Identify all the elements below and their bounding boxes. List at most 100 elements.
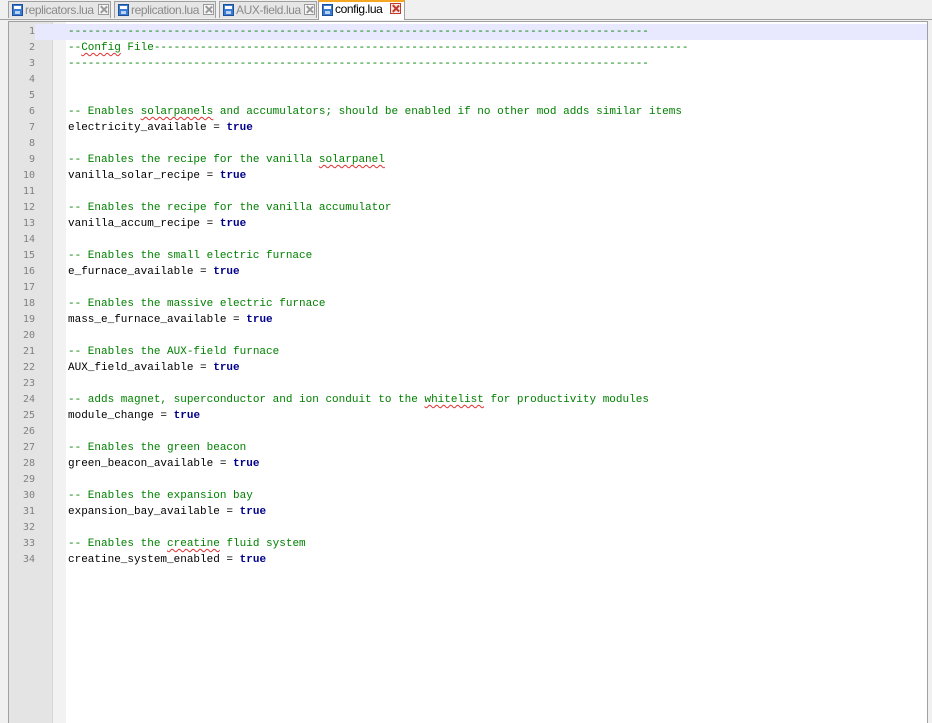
comment: ----------------------------------------…	[68, 58, 649, 70]
line-number: 16	[22, 266, 35, 277]
line-number: 24	[22, 394, 35, 405]
code-line[interactable]: 3 ---------------------------------------…	[9, 56, 927, 72]
code-line[interactable]: 1 ---------------------------------------…	[9, 24, 927, 40]
line-number: 11	[22, 186, 35, 197]
code-text: green_beacon_available = true	[68, 456, 259, 472]
code-line[interactable]: 17	[9, 280, 927, 296]
code-text: -- Enables the green beacon	[68, 440, 246, 456]
comment-text: -- adds magnet, superconductor and ion c…	[68, 394, 425, 406]
code-line[interactable]: 32	[9, 520, 927, 536]
line-number: 2	[28, 42, 35, 53]
code-line[interactable]: 22 AUX_field_available = true	[9, 360, 927, 376]
misspelled-word: whitelist	[424, 394, 484, 406]
code-text: expansion_bay_available = true	[68, 504, 266, 520]
line-number: 18	[22, 298, 35, 309]
code-line[interactable]: 29	[9, 472, 927, 488]
code-line[interactable]: 18 -- Enables the massive electric furnac…	[9, 296, 927, 312]
code-line[interactable]: 21 -- Enables the AUX-field furnace	[9, 344, 927, 360]
code-line[interactable]: 4	[9, 72, 927, 88]
keyword-true: true	[213, 266, 240, 278]
misspelled-word: creatine	[167, 538, 220, 550]
code-line[interactable]: 2 --Config File--------------------------…	[9, 40, 927, 56]
code-editor[interactable]: 1 ---------------------------------------…	[8, 21, 928, 723]
code-text: -- Enables the expansion bay	[68, 488, 253, 504]
keyword-true: true	[239, 554, 267, 566]
code-text: vanilla_solar_recipe = true	[68, 168, 246, 184]
tab-label: replication.lua	[131, 3, 200, 17]
line-number: 21	[22, 346, 35, 357]
code-line[interactable]: 24 -- adds magnet, superconductor and ion…	[9, 392, 927, 408]
comment: -- Enables the recipe for the vanilla ac…	[68, 202, 392, 214]
tab-aux-field[interactable]: AUX-field.lua	[219, 1, 317, 18]
close-icon[interactable]	[98, 4, 109, 15]
code-line[interactable]: 5	[9, 88, 927, 104]
tab-label: AUX-field.lua	[236, 3, 301, 17]
code-line[interactable]: 14	[9, 232, 927, 248]
variable-name: green_beacon_available	[68, 458, 214, 470]
tab-config[interactable]: config.lua	[318, 0, 405, 20]
tab-label: config.lua	[335, 2, 383, 16]
comment-text: and accumulators; should be enabled if n…	[213, 106, 682, 118]
comment-text: fluid system	[219, 538, 306, 550]
code-line[interactable]: 6 -- Enables solarpanels and accumulators…	[9, 104, 927, 120]
operator: =	[226, 314, 247, 326]
tab-replication[interactable]: replication.lua	[114, 1, 216, 18]
code-line[interactable]: 16 e_furnace_available = true	[9, 264, 927, 280]
operator: =	[219, 506, 240, 518]
operator: =	[153, 410, 174, 422]
comment: -- adds magnet, superconductor and ion c…	[68, 394, 649, 406]
code-line[interactable]: 9 -- Enables the recipe for the vanilla s…	[9, 152, 927, 168]
code-line[interactable]: 11	[9, 184, 927, 200]
code-line[interactable]: 25 module_change = true	[9, 408, 927, 424]
save-disk-icon	[322, 4, 333, 16]
misspelled-word: solarpanels	[140, 106, 214, 118]
line-number: 23	[22, 378, 35, 389]
close-icon[interactable]	[390, 3, 401, 14]
line-number: 3	[28, 58, 35, 69]
code-line[interactable]: 10 vanilla_solar_recipe = true	[9, 168, 927, 184]
keyword-true: true	[219, 218, 247, 230]
code-line[interactable]: 7 electricity_available = true	[9, 120, 927, 136]
code-line[interactable]: 8	[9, 136, 927, 152]
line-number: 30	[22, 490, 35, 501]
code-text: -- Enables the massive electric furnace	[68, 296, 325, 312]
comment-text: -- Enables the	[68, 538, 168, 550]
code-line[interactable]: 30 -- Enables the expansion bay	[9, 488, 927, 504]
comment: -- Enables the expansion bay	[68, 490, 253, 502]
line-number: 34	[22, 554, 35, 565]
operator: =	[193, 266, 214, 278]
code-text: AUX_field_available = true	[68, 360, 240, 376]
keyword-true: true	[246, 314, 273, 326]
code-text: ----------------------------------------…	[68, 24, 649, 40]
operator: =	[193, 362, 214, 374]
code-line[interactable]: 23	[9, 376, 927, 392]
line-number: 22	[22, 362, 35, 373]
variable-name: vanilla_accum_recipe	[68, 218, 201, 230]
code-line[interactable]: 28 green_beacon_available = true	[9, 456, 927, 472]
code-line[interactable]: 12 -- Enables the recipe for the vanilla …	[9, 200, 927, 216]
code-line[interactable]: 33 -- Enables the creatine fluid system	[9, 536, 927, 552]
code-line[interactable]: 31 expansion_bay_available = true	[9, 504, 927, 520]
code-line[interactable]: 15 -- Enables the small electric furnace	[9, 248, 927, 264]
variable-name: vanilla_solar_recipe	[68, 170, 201, 182]
code-line[interactable]: 19 mass_e_furnace_available = true	[9, 312, 927, 328]
code-line[interactable]: 27 -- Enables the green beacon	[9, 440, 927, 456]
line-number: 1	[9, 24, 35, 40]
code-line[interactable]: 26	[9, 424, 927, 440]
code-line[interactable]: 20	[9, 328, 927, 344]
keyword-true: true	[213, 362, 240, 374]
operator: =	[200, 218, 220, 230]
comment: -- Enables the AUX-field furnace	[68, 346, 280, 358]
line-number: 17	[22, 282, 35, 293]
line-number: 27	[22, 442, 35, 453]
comment: -- Enables the creatine fluid system	[68, 538, 306, 550]
close-icon[interactable]	[304, 4, 315, 15]
comment: ----------------------------------------…	[68, 26, 649, 38]
code-line[interactable]: 13 vanilla_accum_recipe = true	[9, 216, 927, 232]
tab-replicators[interactable]: replicators.lua	[8, 1, 111, 18]
close-icon[interactable]	[203, 4, 214, 15]
code-line[interactable]: 34 creatine_system_enabled = true	[9, 552, 927, 568]
code-text: -- Enables solarpanels and accumulators;…	[68, 104, 682, 120]
code-text: creatine_system_enabled = true	[68, 552, 266, 568]
code-text: -- Enables the creatine fluid system	[68, 536, 306, 552]
